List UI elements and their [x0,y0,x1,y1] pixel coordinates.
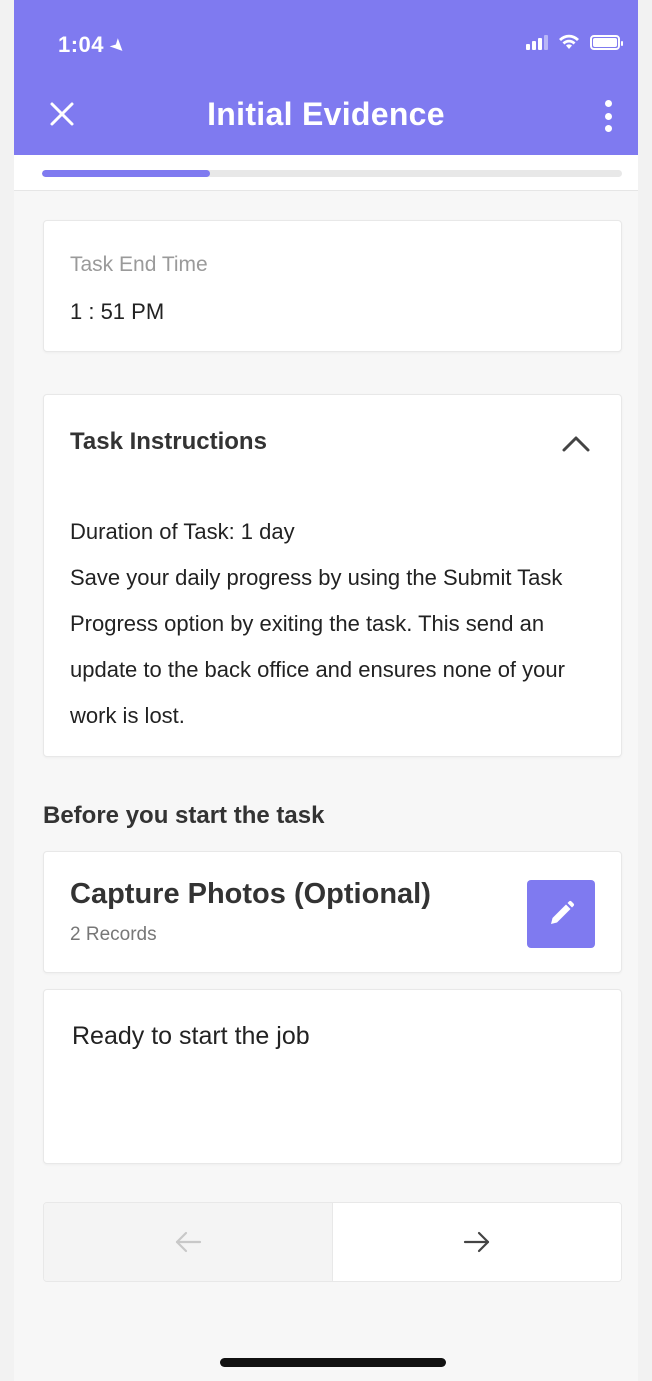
task-instructions-body: Duration of Task: 1 day Save your daily … [70,509,597,739]
status-icons [526,34,623,50]
page-title: Initial Evidence [207,96,445,132]
edit-photos-button[interactable] [527,880,595,948]
previous-button[interactable] [44,1203,333,1281]
step-navigation [43,1202,622,1282]
section-heading: Before you start the task [43,802,325,829]
ready-to-start-text: Ready to start the job [72,1022,310,1050]
app-header: 1:04➤ Initial Evidence [14,0,638,155]
capture-photos-card[interactable]: Capture Photos (Optional) 2 Records [43,851,622,973]
location-arrow-icon: ➤ [105,33,131,59]
capture-photos-record-count: 2 Records [70,924,157,945]
more-options-button[interactable] [596,98,620,134]
home-indicator[interactable] [220,1358,446,1367]
arrow-left-icon [175,1231,202,1253]
screen: 1:04➤ Initial Evidence Task End Time 1:… [14,0,638,1381]
task-end-time-card[interactable]: Task End Time 1 : 51 PM [43,220,622,352]
chevron-up-icon[interactable] [561,433,591,453]
task-instructions-title: Task Instructions [70,428,267,455]
status-time: 1:04➤ [58,32,131,59]
wifi-icon [559,34,579,49]
more-vertical-icon [604,100,612,107]
ready-to-start-card[interactable]: Ready to start the job [43,989,622,1164]
instruction-line: Duration of Task: 1 day [70,519,295,544]
task-end-time-label: Task End Time [70,253,208,276]
arrow-right-icon [463,1231,490,1253]
cellular-signal-icon [526,34,548,50]
next-button[interactable] [333,1203,621,1281]
progress-bar [42,170,622,177]
task-end-time-value: 1 : 51 PM [70,299,165,324]
task-instructions-card: Task Instructions Duration of Task: 1 da… [43,394,622,757]
pencil-icon [551,900,575,924]
battery-icon [590,34,623,50]
capture-photos-title: Capture Photos (Optional) [70,878,431,910]
progress-section [14,155,638,191]
progress-fill [42,170,211,177]
instruction-line: Save your daily progress by using the Su… [70,565,565,728]
